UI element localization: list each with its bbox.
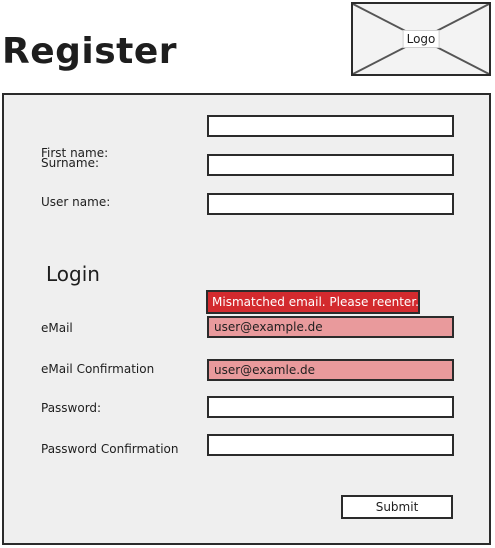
password-confirmation-label: Password Confirmation [41, 442, 179, 456]
first-name-field[interactable] [207, 115, 454, 137]
email-confirmation-label: eMail Confirmation [41, 362, 155, 376]
email-label: eMail [41, 321, 73, 335]
username-label: User name: [41, 195, 111, 209]
logo-label: Logo [402, 30, 440, 48]
surname-label: Surname: [41, 156, 100, 170]
password-confirmation-field[interactable] [207, 434, 454, 456]
username-field[interactable] [207, 193, 454, 215]
page-title: Register [2, 31, 178, 72]
logo-placeholder: Logo [351, 2, 491, 76]
login-section-heading: Login [46, 262, 100, 286]
password-field[interactable] [207, 396, 454, 418]
email-field[interactable]: user@example.de [207, 316, 454, 338]
password-label: Password: [41, 401, 102, 415]
submit-button[interactable]: Submit [341, 495, 453, 519]
email-confirmation-field[interactable]: user@examle.de [207, 359, 454, 381]
email-mismatch-error: Mismatched email. Please reenter. [206, 290, 420, 314]
surname-field[interactable] [207, 154, 454, 176]
